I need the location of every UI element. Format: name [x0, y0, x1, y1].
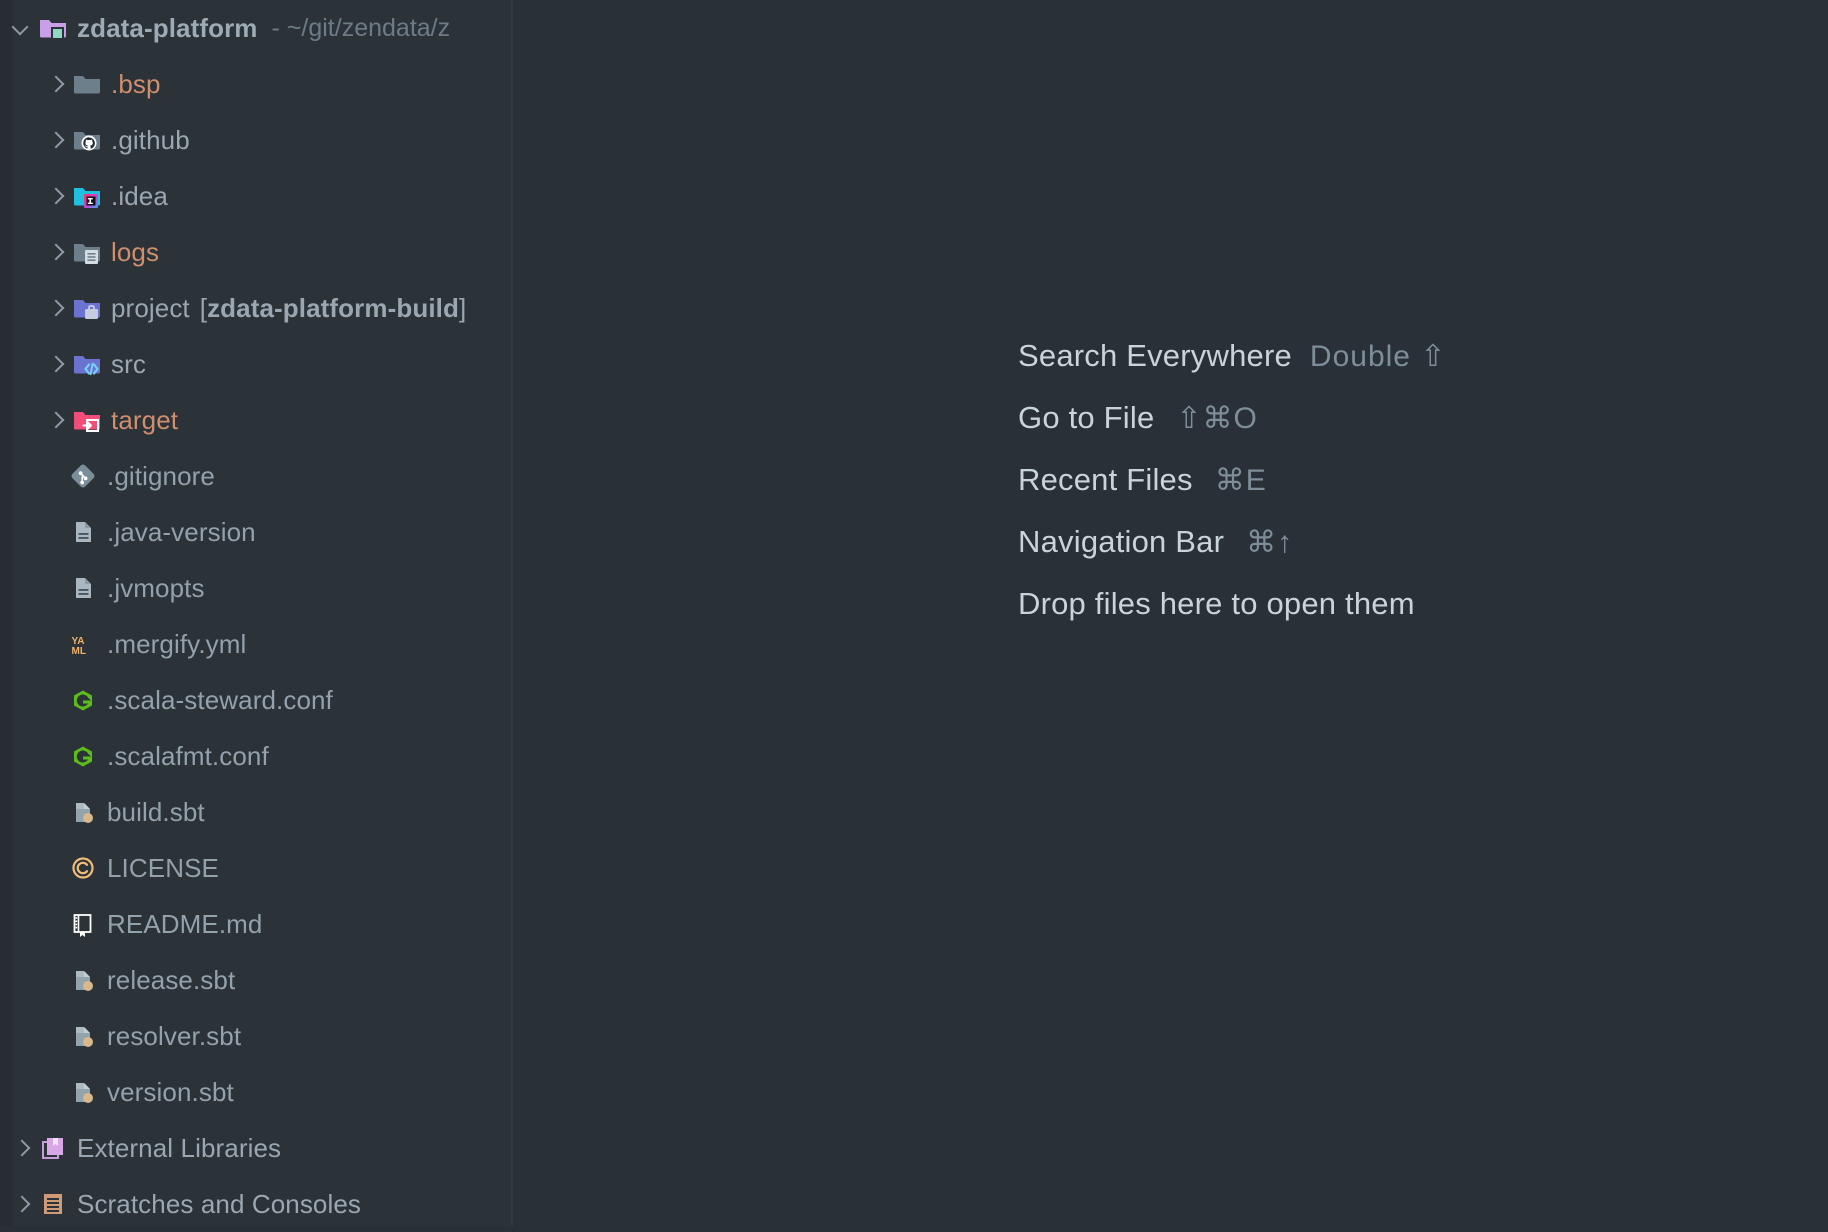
text-file-icon — [68, 517, 98, 547]
shortcut-go-to-file[interactable]: Go to File ⇧⌘O — [1018, 387, 1446, 449]
tree-node-license[interactable]: LICENSE — [0, 840, 512, 896]
tree-node-label: resolver.sbt — [107, 1020, 242, 1051]
shortcut-navigation-bar[interactable]: Navigation Bar ⌘↑ — [1018, 511, 1446, 573]
chevron-down-icon[interactable] — [8, 15, 34, 41]
tree-node-label: .bsp — [111, 68, 161, 99]
tree-node-label: README.md — [107, 908, 263, 939]
tree-node-version-sbt[interactable]: version.sbt — [0, 1064, 512, 1120]
tree-node-label: .scalafmt.conf — [107, 740, 269, 771]
chevron-right-icon[interactable] — [42, 351, 68, 377]
sbt-icon — [68, 797, 98, 827]
chevron-right-icon[interactable] — [42, 127, 68, 153]
tree-node-readme-md[interactable]: README.md — [0, 896, 512, 952]
shortcut-keys-label: ⌘E — [1214, 463, 1267, 497]
tree-node-scala-steward-conf[interactable]: .scala-steward.conf — [0, 672, 512, 728]
module-folder-icon — [72, 293, 102, 323]
hocon-icon — [68, 685, 98, 715]
chevron-right-icon[interactable] — [8, 1191, 34, 1217]
tree-node-label: External Libraries — [77, 1132, 282, 1163]
tree-node-project-module[interactable]: project [zdata-platform-build] — [0, 280, 512, 336]
shortcut-keys-label: ⇧⌘O — [1176, 401, 1258, 435]
logs-folder-icon — [72, 237, 102, 267]
chevron-right-icon[interactable] — [42, 239, 68, 265]
tree-node-label: .idea — [111, 180, 168, 211]
tree-node-label: logs — [111, 236, 160, 267]
readme-icon — [68, 909, 98, 939]
sbt-icon — [68, 965, 98, 995]
root-node-label: zdata-platform — [77, 12, 258, 43]
project-tree[interactable]: zdata-platform - ~/git/zendata/z .bsp .g… — [0, 0, 512, 1232]
hocon-icon — [68, 741, 98, 771]
source-folder-icon — [72, 349, 102, 379]
folder-icon — [72, 69, 102, 99]
idea-folder-icon — [72, 181, 102, 211]
tree-node-label: release.sbt — [107, 964, 236, 995]
tree-node-label: .mergify.yml — [107, 628, 247, 659]
shortcut-hint-list: Search Everywhere Double ⇧ Go to File ⇧⌘… — [1018, 325, 1446, 635]
scratches-icon — [38, 1189, 68, 1219]
tree-node-build-sbt[interactable]: build.sbt — [0, 784, 512, 840]
project-tool-window[interactable]: zdata-platform - ~/git/zendata/z .bsp .g… — [0, 0, 513, 1226]
chevron-right-icon[interactable] — [42, 407, 68, 433]
module-name-tag: zdata-platform-build — [207, 292, 459, 323]
chevron-right-icon[interactable] — [42, 295, 68, 321]
tree-node-github[interactable]: .github — [0, 112, 512, 168]
github-folder-icon — [72, 125, 102, 155]
license-icon — [68, 853, 98, 883]
git-icon — [68, 461, 98, 491]
shortcut-action-label: Search Everywhere — [1018, 338, 1292, 373]
sbt-icon — [68, 1077, 98, 1107]
tree-node-label: target — [111, 404, 179, 435]
tree-node-jvmopts[interactable]: .jvmopts — [0, 560, 512, 616]
shortcut-recent-files[interactable]: Recent Files ⌘E — [1018, 449, 1446, 511]
tree-node-mergify-yml[interactable]: YA ML .mergify.yml — [0, 616, 512, 672]
shortcut-action-label: Go to File — [1018, 400, 1155, 435]
tree-node-release-sbt[interactable]: release.sbt — [0, 952, 512, 1008]
tree-node-bsp[interactable]: .bsp — [0, 56, 512, 112]
tree-node-label: .scala-steward.conf — [107, 684, 333, 715]
chevron-right-icon[interactable] — [42, 183, 68, 209]
drop-files-label: Drop files here to open them — [1018, 586, 1415, 621]
tree-node-label: Scratches and Consoles — [77, 1188, 362, 1219]
module-folder-icon — [38, 13, 68, 43]
tree-node-idea[interactable]: .idea — [0, 168, 512, 224]
chevron-right-icon[interactable] — [8, 1135, 34, 1161]
drop-files-hint: Drop files here to open them — [1018, 573, 1446, 635]
shortcut-keys-label: Double ⇧ — [1309, 339, 1447, 373]
tree-node-label: project — [111, 292, 190, 323]
tree-node-scratches-and-consoles[interactable]: Scratches and Consoles — [0, 1176, 512, 1232]
tree-node-label: build.sbt — [107, 796, 205, 827]
tree-node-target[interactable]: target — [0, 392, 512, 448]
tree-node-label: LICENSE — [107, 852, 219, 883]
tree-node-java-version[interactable]: .java-version — [0, 504, 512, 560]
tree-node-label: .jvmopts — [107, 572, 205, 603]
sbt-icon — [68, 1021, 98, 1051]
shortcut-search-everywhere[interactable]: Search Everywhere Double ⇧ — [1018, 325, 1446, 387]
tree-node-src[interactable]: src — [0, 336, 512, 392]
libraries-icon — [38, 1133, 68, 1163]
yaml-icon: YA ML — [68, 629, 98, 659]
shortcut-action-label: Navigation Bar — [1018, 524, 1225, 559]
tree-node-label: .github — [111, 124, 190, 155]
tree-node-gitignore[interactable]: .gitignore — [0, 448, 512, 504]
tree-node-scalafmt-conf[interactable]: .scalafmt.conf — [0, 728, 512, 784]
tree-node-external-libraries[interactable]: External Libraries — [0, 1120, 512, 1176]
shortcut-keys-label: ⌘↑ — [1246, 525, 1294, 559]
svg-text:ML: ML — [72, 646, 86, 657]
editor-empty-pane: Search Everywhere Double ⇧ Go to File ⇧⌘… — [513, 0, 1828, 1226]
chevron-right-icon[interactable] — [42, 71, 68, 97]
tree-node-label: .java-version — [107, 516, 256, 547]
tree-node-resolver-sbt[interactable]: resolver.sbt — [0, 1008, 512, 1064]
target-folder-icon — [72, 405, 102, 435]
tree-node-label: .gitignore — [107, 460, 215, 491]
text-file-icon — [68, 573, 98, 603]
tree-node-logs[interactable]: logs — [0, 224, 512, 280]
root-node-path: - ~/git/zendata/z — [271, 13, 451, 42]
shortcut-action-label: Recent Files — [1018, 462, 1193, 497]
tree-node-label: version.sbt — [107, 1076, 234, 1107]
tree-node-root[interactable]: zdata-platform - ~/git/zendata/z — [0, 0, 512, 56]
tree-node-label: src — [111, 348, 146, 379]
